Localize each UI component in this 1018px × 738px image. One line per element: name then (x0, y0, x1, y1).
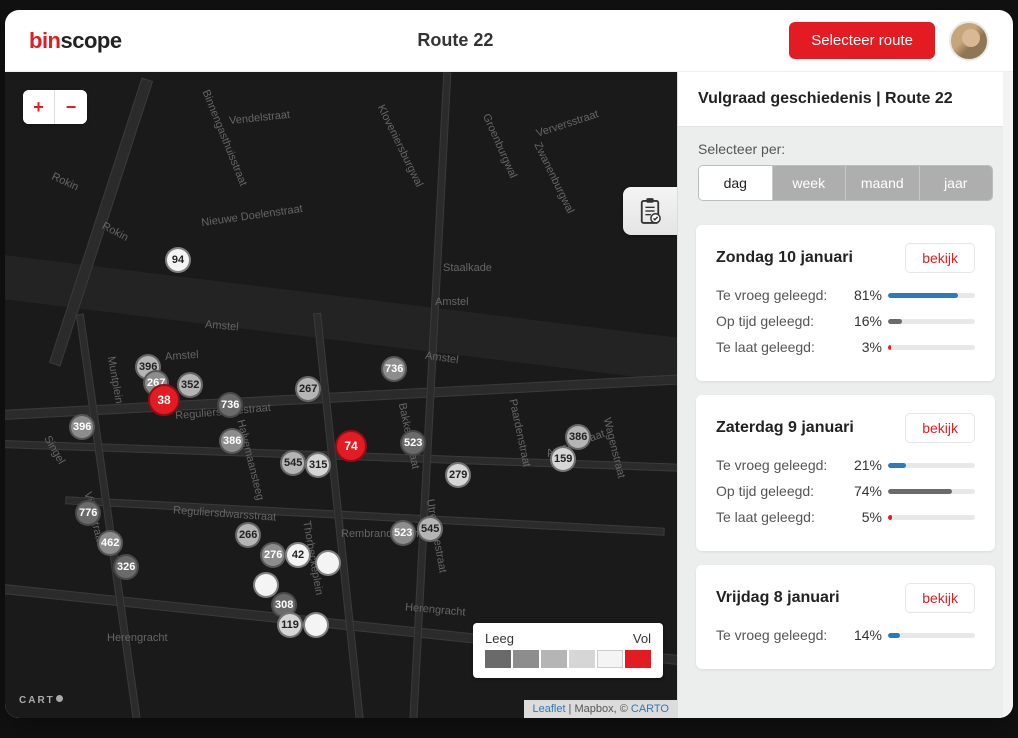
metric-value: 21% (842, 457, 882, 473)
metric-value: 14% (842, 627, 882, 643)
metric-bar (888, 463, 975, 468)
carto-link[interactable]: CARTO (631, 703, 669, 715)
map-marker[interactable]: 276 (260, 542, 286, 568)
metric-label: Te laat geleegd: (716, 339, 836, 355)
map-marker[interactable] (315, 550, 341, 576)
street-label: Wagenstraat (601, 416, 628, 479)
segment-jaar[interactable]: jaar (920, 166, 993, 200)
map-marker[interactable] (303, 612, 329, 638)
street-label: Amstel (435, 296, 469, 308)
street-label: Zwanenburgwal (531, 140, 576, 215)
day-card: Zondag 10 januari bekijk Te vroeg geleegd:… (696, 225, 995, 381)
metric-value: 16% (842, 313, 882, 329)
metric-label: Te vroeg geleegd: (716, 287, 836, 303)
map-attribution: Leaflet | Mapbox, © CARTO (524, 700, 677, 718)
street-label: Nieuwe Doelenstraat (201, 203, 304, 229)
day-title: Zondag 10 januari (716, 249, 853, 267)
select-route-button[interactable]: Selecteer route (789, 22, 935, 59)
day-title: Vrijdag 8 januari (716, 589, 840, 607)
metric-value: 3% (842, 339, 882, 355)
segment-dag[interactable]: dag (699, 166, 773, 200)
zoom-in-button[interactable]: + (23, 90, 55, 124)
zoom-out-button[interactable]: − (55, 90, 87, 124)
street-label: Groenburgwal (480, 112, 519, 180)
street-label: Vendelstraat (229, 109, 291, 127)
clipboard-check-icon (639, 198, 661, 224)
sidebar-title: Vulgraad geschiedenis | Route 22 (678, 72, 1013, 127)
map-marker[interactable]: 266 (235, 522, 261, 548)
zoom-control: + − (23, 90, 87, 124)
map-marker[interactable]: 38 (148, 384, 180, 416)
metric-bar (888, 489, 975, 494)
leaflet-link[interactable]: Leaflet (532, 703, 565, 715)
avatar[interactable] (949, 21, 989, 61)
view-button[interactable]: bekijk (905, 413, 975, 443)
street-label: Herengracht (107, 632, 168, 644)
metric-bar (888, 319, 975, 324)
carto-logo: CART (19, 695, 64, 706)
scrollbar[interactable] (1003, 72, 1013, 718)
view-button[interactable]: bekijk (905, 243, 975, 273)
metric-label: Te laat geleegd: (716, 509, 836, 525)
street-label: Rokin (50, 171, 81, 194)
street-label: Kloveniersburgwal (375, 103, 425, 189)
metric-bar (888, 293, 975, 298)
map-marker[interactable]: 386 (565, 424, 591, 450)
metric-bar (888, 345, 975, 350)
street-label: Verversstraat (535, 108, 600, 139)
metric-label: Op tijd geleegd: (716, 483, 836, 499)
map-marker[interactable]: 119 (277, 612, 303, 638)
map-marker[interactable]: 159 (550, 446, 576, 472)
logo: binscope (29, 28, 122, 54)
map-marker[interactable]: 462 (97, 530, 123, 556)
metric-label: Te vroeg geleegd: (716, 627, 836, 643)
map-marker[interactable]: 396 (69, 414, 95, 440)
page-title: Route 22 (417, 30, 493, 51)
sidebar: Vulgraad geschiedenis | Route 22 Selecte… (677, 72, 1013, 718)
metric-value: 5% (842, 509, 882, 525)
day-card: Zaterdag 9 januari bekijk Te vroeg geleegd… (696, 395, 995, 551)
street-label: Muntplein (105, 355, 125, 404)
day-title: Zaterdag 9 januari (716, 419, 854, 437)
metric-bar (888, 633, 975, 638)
map-marker[interactable]: 315 (305, 452, 331, 478)
map-marker[interactable]: 352 (177, 372, 203, 398)
street-label: Binnengasthuisstraat (200, 88, 250, 188)
legend-full-label: Vol (633, 631, 651, 646)
map-marker[interactable]: 736 (381, 356, 407, 382)
metric-value: 81% (842, 287, 882, 303)
map-marker[interactable]: 523 (390, 520, 416, 546)
segment-control: dag week maand jaar (698, 165, 993, 201)
metric-label: Op tijd geleegd: (716, 313, 836, 329)
map[interactable]: Rokin Rokin Amstel Amstel Amstel Amstel … (5, 72, 677, 718)
map-marker[interactable]: 94 (165, 247, 191, 273)
street-label: Staalkade (443, 262, 492, 274)
map-marker[interactable]: 545 (280, 450, 306, 476)
street-label: Rokin (100, 220, 130, 244)
map-marker[interactable]: 42 (285, 542, 311, 568)
map-marker[interactable]: 326 (113, 554, 139, 580)
view-button[interactable]: bekijk (905, 583, 975, 613)
segment-week[interactable]: week (773, 166, 847, 200)
segment-maand[interactable]: maand (846, 166, 920, 200)
map-marker[interactable]: 279 (445, 462, 471, 488)
street-label: Amstel (165, 349, 199, 363)
clipboard-button[interactable] (623, 187, 677, 235)
legend-empty-label: Leeg (485, 631, 514, 646)
map-marker[interactable]: 74 (335, 430, 367, 462)
metric-value: 74% (842, 483, 882, 499)
metric-label: Te vroeg geleegd: (716, 457, 836, 473)
street-label: Amstel (205, 319, 240, 334)
map-legend: Leeg Vol (473, 623, 663, 678)
filter-label: Selecteer per: (698, 141, 993, 157)
day-card: Vrijdag 8 januari bekijk Te vroeg geleegd:… (696, 565, 995, 669)
metric-bar (888, 515, 975, 520)
